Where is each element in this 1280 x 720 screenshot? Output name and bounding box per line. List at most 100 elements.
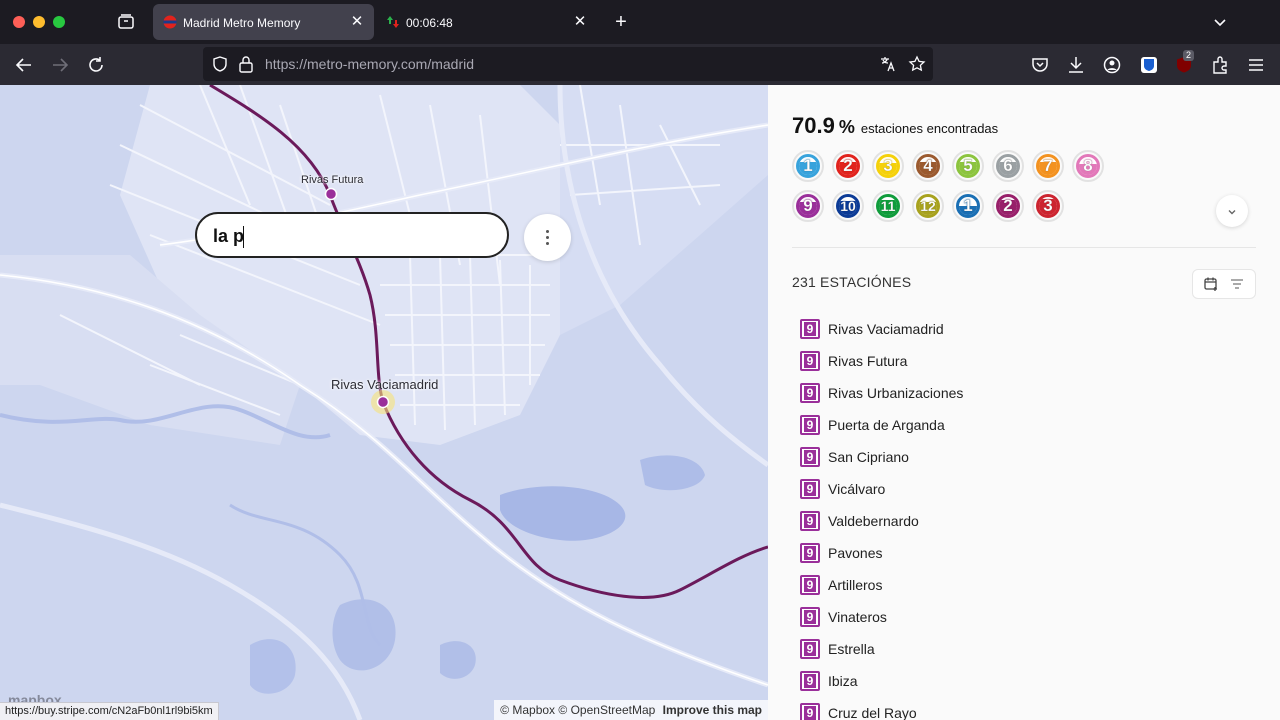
line-number: 3 bbox=[1043, 196, 1053, 215]
station-marker[interactable] bbox=[376, 395, 390, 409]
more-options-button[interactable] bbox=[524, 214, 571, 261]
line-badge[interactable]: 6 bbox=[992, 150, 1024, 182]
extensions-icon[interactable] bbox=[1209, 54, 1231, 76]
line-number: 9 bbox=[804, 546, 816, 560]
line-badge[interactable]: 2 bbox=[992, 190, 1024, 222]
tab-madrid-metro-memory[interactable]: Madrid Metro Memory ✕ bbox=[153, 4, 374, 40]
extension-shield-icon[interactable] bbox=[1138, 54, 1160, 76]
station-count: 231 ESTACIÓNES bbox=[792, 274, 912, 290]
map-canvas[interactable] bbox=[0, 85, 768, 720]
line-number: 7 bbox=[1043, 156, 1053, 175]
line-badge[interactable]: 3 bbox=[872, 150, 904, 182]
metro-logo-icon bbox=[163, 15, 177, 29]
line-9-icon: 9 bbox=[800, 639, 820, 659]
line-number: 3 bbox=[883, 156, 893, 175]
station-name: Pavones bbox=[828, 545, 883, 561]
calendar-sort-icon[interactable] bbox=[1203, 276, 1219, 292]
station-name: Estrella bbox=[828, 641, 875, 657]
ublock-icon[interactable]: 2 bbox=[1173, 50, 1195, 76]
line-number: 10 bbox=[840, 198, 856, 215]
line-badge-ring: 7 bbox=[1036, 154, 1060, 178]
line-number: 9 bbox=[803, 196, 813, 215]
line-number: 9 bbox=[804, 482, 816, 496]
minimize-window-button[interactable] bbox=[33, 16, 45, 28]
pocket-icon[interactable] bbox=[1029, 54, 1051, 76]
improve-map-link[interactable]: Improve this map bbox=[663, 703, 762, 717]
line-badge[interactable]: 12 bbox=[912, 190, 944, 222]
navigation-toolbar: https://metro-memory.com/madrid 2 bbox=[0, 44, 1280, 85]
divider bbox=[792, 247, 1256, 248]
progress-percent: 70.9 bbox=[792, 113, 835, 138]
line-badge-ring: 4 bbox=[916, 154, 940, 178]
sort-controls bbox=[1192, 269, 1256, 299]
line-badge[interactable]: 1 bbox=[792, 150, 824, 182]
dot-icon bbox=[546, 242, 549, 245]
progress-summary: 70.9% estaciones encontradas bbox=[792, 113, 998, 139]
station-search-input[interactable]: la p bbox=[195, 212, 509, 258]
osm-attribution-link[interactable]: © OpenStreetMap bbox=[558, 703, 655, 717]
search-input-value: la p bbox=[213, 226, 245, 246]
line-badge[interactable]: 8 bbox=[1072, 150, 1104, 182]
status-bar-url: https://buy.stripe.com/cN2aFb0nl1rl9bi5k… bbox=[0, 702, 219, 720]
line-number: 5 bbox=[963, 156, 973, 175]
map-view[interactable]: Rivas Futura Rivas Vaciamadrid la p mapb… bbox=[0, 85, 768, 720]
expand-lines-button[interactable] bbox=[1216, 195, 1248, 227]
reload-icon[interactable] bbox=[85, 54, 107, 76]
extension-badge: 2 bbox=[1183, 50, 1195, 61]
hamburger-menu-icon[interactable] bbox=[1245, 54, 1267, 76]
timer-arrows-icon bbox=[386, 15, 400, 29]
tab-timer[interactable]: 00:06:48 ✕ bbox=[376, 4, 597, 40]
station-name: Rivas Urbanizaciones bbox=[828, 385, 964, 401]
line-badge[interactable]: 4 bbox=[912, 150, 944, 182]
station-name: Ibiza bbox=[828, 673, 858, 689]
line-badge[interactable]: 3 bbox=[1032, 190, 1064, 222]
line-badge-ring: 12 bbox=[916, 194, 940, 218]
back-arrow-icon[interactable] bbox=[13, 54, 35, 76]
line-number: 9 bbox=[804, 418, 816, 432]
new-tab-button[interactable]: + bbox=[611, 12, 631, 32]
dot-icon bbox=[546, 236, 549, 239]
chevron-down-icon bbox=[1228, 209, 1236, 215]
address-bar[interactable]: https://metro-memory.com/madrid bbox=[203, 47, 933, 81]
zoom-window-button[interactable] bbox=[53, 16, 65, 28]
shield-icon[interactable] bbox=[211, 55, 229, 73]
bookmark-star-icon[interactable] bbox=[908, 55, 926, 73]
line-badge-ring: 2 bbox=[836, 154, 860, 178]
station-marker[interactable] bbox=[324, 187, 338, 201]
account-icon[interactable] bbox=[1101, 54, 1123, 76]
sidebar: 70.9% estaciones encontradas 1 2 3 4 5 6 7 8 9 10 1… bbox=[768, 85, 1280, 720]
line-9-icon: 9 bbox=[800, 543, 820, 563]
tab-title: Madrid Metro Memory bbox=[183, 16, 301, 30]
close-window-button[interactable] bbox=[13, 16, 25, 28]
station-name: Puerta de Arganda bbox=[828, 417, 945, 433]
tab-list-icon[interactable] bbox=[116, 12, 136, 32]
translate-icon[interactable] bbox=[879, 55, 897, 73]
line-badge[interactable]: 10 bbox=[832, 190, 864, 222]
line-number: 9 bbox=[804, 610, 816, 624]
line-number: 2 bbox=[1003, 196, 1013, 215]
line-number: 1 bbox=[803, 156, 813, 175]
line-number: 9 bbox=[804, 322, 816, 336]
line-badge[interactable]: 7 bbox=[1032, 150, 1064, 182]
line-badge[interactable]: 2 bbox=[832, 150, 864, 182]
line-badge-ring: 10 bbox=[836, 194, 860, 218]
chevron-down-icon[interactable] bbox=[1210, 12, 1230, 32]
line-badge[interactable]: 9 bbox=[792, 190, 824, 222]
forward-arrow-icon[interactable] bbox=[49, 54, 71, 76]
line-9-icon: 9 bbox=[800, 575, 820, 595]
close-tab-icon[interactable]: ✕ bbox=[348, 13, 366, 31]
line-9-icon: 9 bbox=[800, 383, 820, 403]
line-number: 2 bbox=[843, 156, 853, 175]
close-tab-icon[interactable]: ✕ bbox=[571, 13, 589, 31]
line-9-icon: 9 bbox=[800, 703, 820, 720]
line-9-icon: 9 bbox=[800, 511, 820, 531]
sort-lines-icon[interactable] bbox=[1229, 276, 1245, 292]
line-badge[interactable]: 1 bbox=[952, 190, 984, 222]
line-badge[interactable]: 5 bbox=[952, 150, 984, 182]
lock-icon[interactable] bbox=[238, 55, 254, 73]
mapbox-attribution-link[interactable]: © Mapbox bbox=[500, 703, 555, 717]
progress-label: estaciones encontradas bbox=[860, 121, 999, 136]
line-number: 1 bbox=[963, 196, 973, 215]
download-icon[interactable] bbox=[1065, 54, 1087, 76]
line-badge[interactable]: 11 bbox=[872, 190, 904, 222]
